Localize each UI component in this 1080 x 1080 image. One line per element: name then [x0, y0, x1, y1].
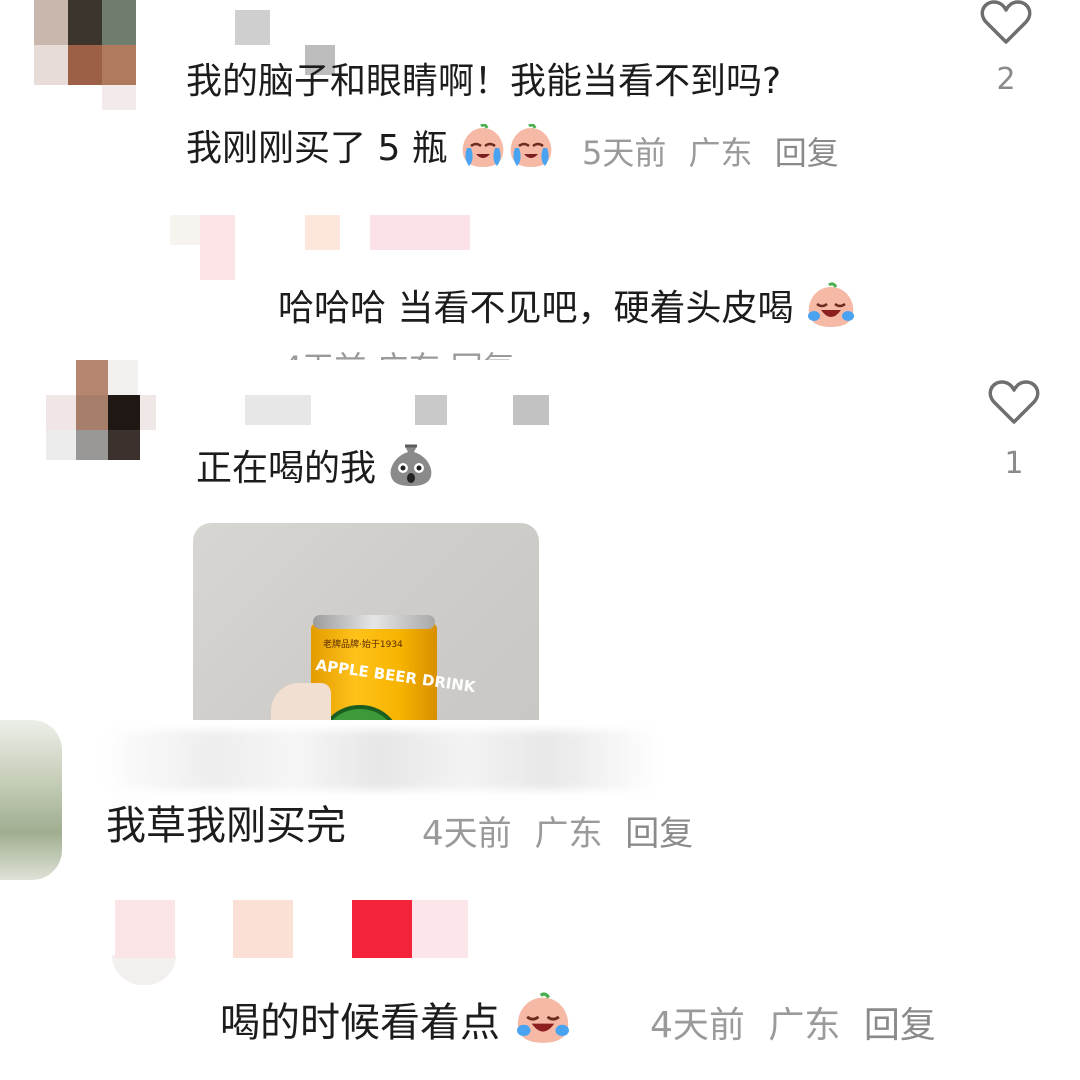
time-label: 4天前 [422, 814, 512, 854]
can-top-text: 老牌品牌·始于1934 [323, 640, 403, 650]
comment-1: 我的脑子和眼睛啊！我能当看不到吗? 我刚刚买了 5 瓶 5天前 广东 回复 2 [0, 0, 1080, 190]
comment-text: 喝的时候看着点 [220, 1000, 500, 1046]
laughing-crying-face-icon [805, 282, 857, 339]
time-label: 5天前 [582, 134, 667, 172]
comment-text-row: 喝的时候看着点 [220, 992, 573, 1056]
region-label: 广东 [688, 134, 753, 172]
comment-text-line1: 我的脑子和眼睛啊！我能当看不到吗? [186, 61, 782, 102]
region-label: 广东 [534, 814, 603, 854]
reply-text-row: 哈哈哈 当看不见吧，硬着头皮喝 [278, 282, 857, 339]
like-count: 2 [996, 62, 1016, 97]
comment-meta: 5天前 广东 回复 [582, 128, 851, 174]
like-button[interactable] [988, 380, 1040, 430]
comment-text-line2-row: 我刚刚买了 5 瓶 [186, 123, 555, 179]
avatar[interactable] [34, 0, 136, 110]
can-label: APPLE BEER DRINK [314, 655, 477, 697]
like-button[interactable] [980, 0, 1032, 50]
comment-4: 喝的时候看着点 4天前 广东 回复 [0, 890, 1080, 1080]
avatar[interactable] [0, 720, 62, 880]
reply-meta: 4天前 广东 回复 [282, 348, 582, 360]
comment-text-line2: 我刚刚买了 5 瓶 [186, 128, 448, 169]
heart-icon [988, 380, 1040, 424]
reply-1: 哈哈哈 当看不见吧，硬着头皮喝 4天前 广东 回复 [0, 190, 1080, 360]
comment-image[interactable]: 老牌品牌·始于1934 APPLE BEER DRINK [193, 523, 539, 720]
username[interactable] [195, 395, 555, 431]
reply-text: 哈哈哈 当看不见吧，硬着头皮喝 [278, 288, 794, 329]
comment-2: 正在喝的我 1 老牌品牌·始于1934 APPLE BEER DRINK [0, 360, 1080, 720]
comment-text-row: 正在喝的我 [196, 442, 435, 499]
crying-face-icon [459, 123, 507, 179]
can-lime-graphic [321, 705, 399, 720]
reply-button[interactable]: 回复 [864, 1005, 936, 1046]
can-rim [313, 615, 435, 629]
username[interactable] [170, 215, 480, 285]
time-label: 4天前 [650, 1005, 745, 1046]
hand [271, 683, 331, 720]
heart-icon [980, 0, 1032, 44]
comment-text: 我草我刚买完 [106, 803, 346, 849]
like-count: 1 [1004, 446, 1024, 481]
comment-text: 正在喝的我 [196, 448, 377, 489]
reply-meta-clipped: 4天前 广东 回复 [282, 348, 582, 360]
region-label: 广东 [768, 1005, 841, 1046]
comment-3: 我草我刚买完 4天前 广东 回复 [0, 720, 1080, 890]
comment-text: 我的脑子和眼睛啊！我能当看不到吗? [186, 60, 781, 104]
avatar[interactable] [46, 360, 158, 465]
reply-button[interactable]: 回复 [625, 814, 693, 854]
comment-meta: 4天前 广东 回复 [650, 996, 948, 1048]
reply-button[interactable]: 回复 [775, 134, 839, 172]
shocked-bag-icon [387, 442, 435, 499]
comment-meta: 4天前 广东 回复 [422, 806, 705, 855]
crying-face-icon [507, 123, 555, 179]
username[interactable] [115, 900, 475, 960]
laughing-crying-face-icon [513, 992, 573, 1056]
username[interactable] [100, 730, 660, 790]
